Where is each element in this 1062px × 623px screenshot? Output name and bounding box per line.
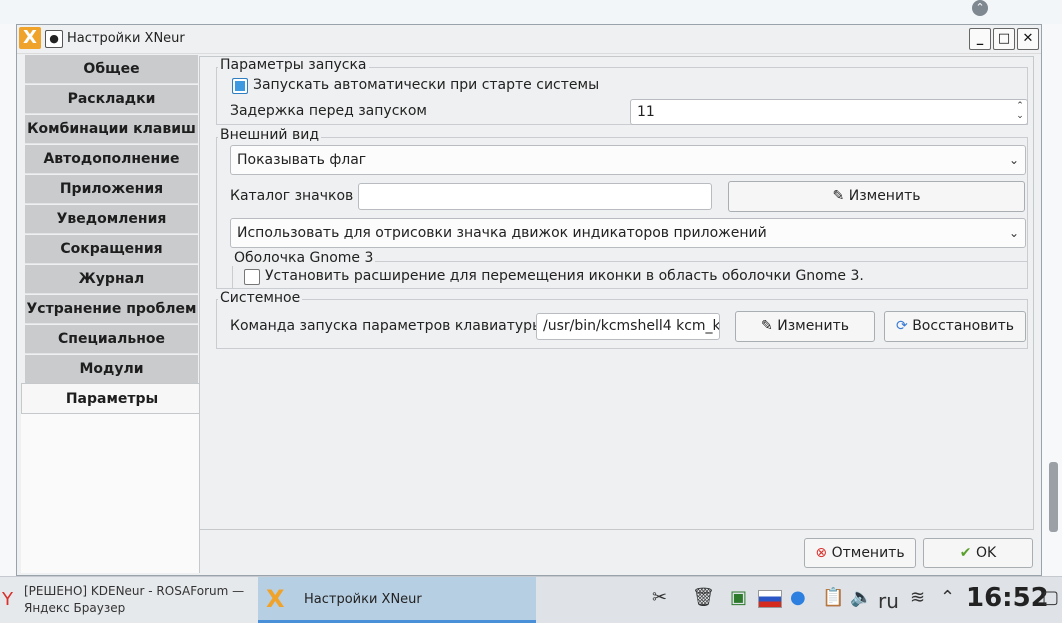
browser-scroll-thumb[interactable] (1049, 462, 1058, 532)
tab-log[interactable]: Журнал (25, 265, 198, 294)
window-title: Настройки XNeur (67, 31, 185, 46)
title-bar[interactable]: X ● Настройки XNeur _ □ ✕ (17, 25, 1041, 54)
change-icons-dir-button[interactable]: ✎ Изменить (728, 181, 1025, 212)
chevron-down-icon: ⌄ (1008, 226, 1019, 240)
ok-label: OK (975, 545, 997, 561)
restore-button[interactable]: ⟳ Восстановить (884, 311, 1026, 342)
tab-layouts[interactable]: Раскладки (25, 85, 198, 114)
appearance-group-title: Внешний вид (218, 127, 322, 143)
icons-dir-input[interactable] (358, 183, 712, 210)
indicator-engine-combobox[interactable]: Использовать для отрисовки значка движок… (230, 218, 1026, 248)
gnome-extension-checkbox[interactable] (244, 269, 260, 285)
xneur-task-icon: X (266, 585, 285, 613)
tab-troubleshooting[interactable]: Устранение проблем (25, 295, 198, 324)
show-desktop-icon[interactable]: ▢ (1042, 587, 1059, 608)
pencil-icon: ✎ (761, 318, 773, 334)
ok-button[interactable]: ✔ OK (923, 538, 1033, 568)
autostart-label: Запускать автоматически при старте систе… (253, 77, 600, 93)
tab-general[interactable]: Общее (25, 55, 198, 84)
browser-background-top (0, 0, 1062, 25)
maximize-button[interactable]: □ (993, 28, 1015, 50)
xneur-logo-icon: X (19, 27, 41, 49)
kbd-cmd-label: Команда запуска параметров клавиатуры (230, 318, 544, 334)
cancel-label: Отменить (831, 545, 905, 561)
trash-icon[interactable]: 🗑 (692, 587, 715, 608)
russian-flag-icon[interactable] (758, 590, 782, 608)
icons-dir-label: Каталог значков (230, 188, 354, 204)
taskbar: Y [РЕШЕНО] KDENeur - ROSAForum — Яндекс … (0, 576, 1062, 623)
pencil-icon: ✎ (832, 188, 845, 204)
autostart-checkbox[interactable] (232, 78, 248, 94)
xneur-task[interactable]: X Настройки XNeur (258, 577, 536, 623)
tab-special[interactable]: Специальное (25, 325, 198, 354)
tools-icon[interactable]: ✂ (652, 587, 667, 608)
status-icon[interactable]: ▣ (730, 587, 747, 608)
gnome-group-title: Оболочка Gnome 3 (232, 250, 376, 266)
system-group-title: Системное (218, 290, 303, 306)
cancel-icon: ⊗ (815, 545, 828, 561)
xneur-settings-window: X ● Настройки XNeur _ □ ✕ Общее Раскладк… (16, 24, 1042, 576)
qbittorrent-icon[interactable]: ● (790, 587, 806, 608)
tab-hotkeys[interactable]: Комбинации клавиш (25, 115, 198, 144)
show-flag-combobox[interactable]: Показывать флаг ⌄ (230, 145, 1026, 175)
restore-label: Восстановить (912, 318, 1014, 334)
tab-applications[interactable]: Приложения (25, 175, 198, 204)
launch-group-title: Параметры запуска (218, 57, 369, 73)
spin-arrows-icon[interactable]: ⌃ ⌄ (1015, 101, 1025, 121)
indicator-engine-value: Использовать для отрисовки значка движок… (237, 225, 767, 241)
chevron-down-icon: ⌄ (1008, 153, 1019, 167)
gnome-extension-label: Установить расширение для перемещения ик… (265, 268, 864, 284)
tab-parameters[interactable]: Параметры (21, 383, 202, 414)
delay-spinbox[interactable]: 11 ⌃ ⌄ (630, 99, 1028, 125)
delay-value: 11 (637, 104, 655, 120)
language-indicator[interactable]: ru (878, 589, 899, 613)
delay-label: Задержка перед запуском (230, 103, 427, 119)
xneur-task-label: Настройки XNeur (304, 592, 422, 607)
tab-notifications[interactable]: Уведомления (25, 205, 198, 234)
browser-background-left (0, 24, 16, 576)
clipboard-icon[interactable]: 📋 (822, 587, 844, 608)
browser-task-label: [РЕШЕНО] KDENeur - ROSAForum — Яндекс Бр… (24, 584, 245, 615)
scroll-up-icon[interactable]: ⌃ (972, 0, 988, 16)
restore-icon: ⟳ (896, 318, 908, 334)
volume-icon[interactable]: 🔈 (850, 587, 872, 608)
cancel-button[interactable]: ⊗ Отменить (804, 538, 916, 568)
change-kbd-cmd-button[interactable]: ✎ Изменить (735, 311, 875, 342)
tab-modules[interactable]: Модули (25, 355, 198, 384)
change-kbd-cmd-label: Изменить (777, 318, 849, 334)
close-button[interactable]: ✕ (1017, 28, 1039, 50)
kbd-cmd-input[interactable]: /usr/bin/kcmshell4 kcm_keyboard (536, 313, 720, 340)
yandex-browser-icon: Y (2, 589, 13, 610)
tab-abbreviations[interactable]: Сокращения (25, 235, 198, 264)
tab-list-background (21, 413, 200, 573)
change-icons-dir-label: Изменить (848, 188, 921, 204)
minimize-button[interactable]: _ (969, 28, 991, 50)
parameters-panel: Параметры запуска Запускать автоматическ… (199, 56, 1034, 530)
check-icon: ✔ (959, 545, 972, 561)
clock[interactable]: 16:52 (966, 583, 1049, 613)
tab-autocompletion[interactable]: Автодополнение (25, 145, 198, 174)
show-flag-value: Показывать флаг (237, 152, 367, 168)
window-menu-icon[interactable]: ● (45, 30, 63, 48)
wifi-icon[interactable]: ≋ (910, 587, 925, 608)
browser-task[interactable]: Y [РЕШЕНО] KDENeur - ROSAForum — Яндекс … (0, 577, 258, 623)
chevron-up-icon[interactable]: ⌃ (940, 587, 955, 608)
